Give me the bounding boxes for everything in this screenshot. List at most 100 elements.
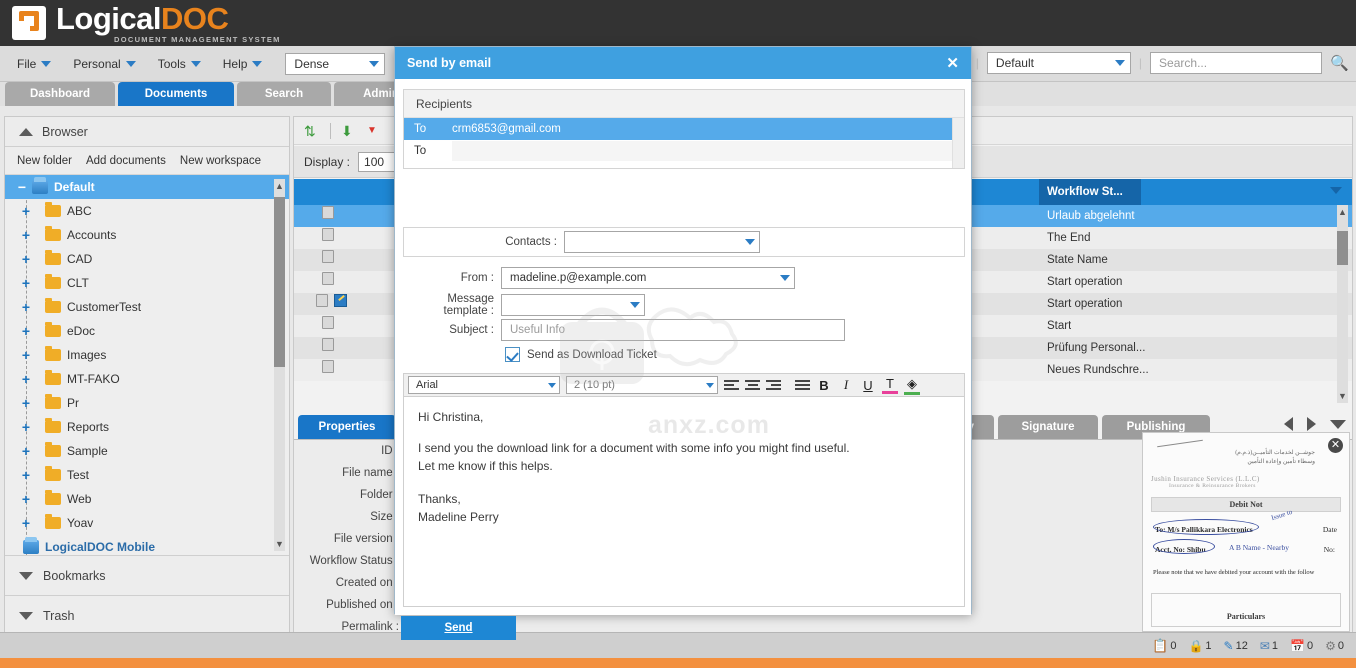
underline-icon[interactable]: U	[860, 378, 876, 393]
tree-item-reports[interactable]: + Reports	[5, 415, 289, 439]
search-input[interactable]: Search...	[1150, 52, 1323, 74]
trash-section[interactable]: Trash	[5, 595, 289, 635]
tree-expand-icon[interactable]: +	[19, 252, 33, 266]
tree-item-sample[interactable]: + Sample	[5, 439, 289, 463]
preview-ink-circle	[1153, 539, 1215, 554]
status-clipboard[interactable]: 📋 0	[1152, 638, 1176, 654]
tab-search[interactable]: Search	[237, 82, 331, 106]
download-icon[interactable]: ⬇	[341, 123, 357, 139]
column-menu-icon[interactable]	[1330, 187, 1342, 194]
close-preview-icon[interactable]: ✕	[1328, 438, 1343, 453]
align-center-icon[interactable]	[745, 379, 760, 391]
tree-item-logicaldoc-mobile[interactable]: LogicalDOC Mobile	[5, 535, 289, 555]
text-color-icon[interactable]: T	[882, 376, 898, 394]
tree-item-default[interactable]: − Default	[5, 175, 289, 199]
new-folder-button[interactable]: New folder	[17, 155, 72, 167]
tree-item-mt-fako[interactable]: + MT-FAKO	[5, 367, 289, 391]
scrollbar-thumb[interactable]	[1337, 231, 1348, 265]
tree-item-pr[interactable]: + Pr	[5, 391, 289, 415]
tab-next-icon[interactable]	[1307, 417, 1316, 431]
tree-item-clt[interactable]: + CLT	[5, 271, 289, 295]
italic-icon[interactable]: I	[838, 377, 854, 393]
scroll-up-icon[interactable]: ▲	[274, 179, 285, 193]
tree-item-cad[interactable]: + CAD	[5, 247, 289, 271]
tree-expand-icon[interactable]: +	[19, 228, 33, 242]
send-button[interactable]: Send	[401, 616, 516, 640]
tree-expand-icon[interactable]: +	[19, 348, 33, 362]
recipient-email[interactable]: crm6853@gmail.com	[452, 123, 964, 135]
status-locked[interactable]: 🔒 1	[1188, 639, 1211, 653]
menu-file[interactable]: File	[8, 54, 60, 74]
tree-item-edoc[interactable]: + eDoc	[5, 319, 289, 343]
tree-expand-icon[interactable]: +	[19, 492, 33, 506]
font-family-select[interactable]: Arial	[408, 376, 560, 394]
justify-icon[interactable]	[795, 379, 810, 391]
highlight-color-icon[interactable]: ◈	[904, 376, 920, 395]
column-header-workflow-status[interactable]: Workflow St...	[1039, 179, 1141, 205]
workspace-select[interactable]: Default	[986, 52, 1131, 74]
tree-collapse-icon[interactable]: −	[15, 180, 29, 194]
download-ticket-row[interactable]: Send as Download Ticket	[505, 347, 657, 362]
scroll-up-icon[interactable]: ▲	[1337, 205, 1348, 219]
bookmarks-section[interactable]: Bookmarks	[5, 555, 289, 595]
contacts-select[interactable]	[564, 231, 760, 253]
from-select[interactable]: madeline.p@example.com	[501, 267, 795, 289]
recipient-row[interactable]: To crm6853@gmail.com	[404, 118, 964, 140]
tab-prev-icon[interactable]	[1284, 417, 1293, 431]
scroll-down-icon[interactable]: ▼	[274, 537, 285, 551]
tree-item-yoav[interactable]: + Yoav	[5, 511, 289, 535]
export-pdf-icon[interactable]: ▼	[367, 123, 383, 139]
status-checkout[interactable]: ✎ 12	[1224, 639, 1248, 653]
close-icon[interactable]: ✕	[946, 56, 959, 71]
tree-item-customertest[interactable]: + CustomerTest	[5, 295, 289, 319]
status-messages[interactable]: ✉ 1	[1260, 639, 1278, 653]
tab-menu-icon[interactable]	[1330, 419, 1346, 429]
recipient-row[interactable]: To	[404, 140, 964, 162]
add-documents-button[interactable]: Add documents	[86, 155, 166, 167]
tree-expand-icon[interactable]: +	[19, 372, 33, 386]
subject-input[interactable]: Useful Info	[501, 319, 845, 341]
recipients-scrollbar[interactable]	[952, 118, 964, 168]
tree-expand-icon[interactable]: +	[19, 276, 33, 290]
align-left-icon[interactable]	[724, 379, 739, 391]
search-icon[interactable]: 🔍	[1330, 54, 1349, 72]
message-template-select[interactable]	[501, 294, 645, 316]
grid-scrollbar[interactable]: ▲ ▼	[1337, 205, 1348, 403]
status-settings[interactable]: ⚙ 0	[1325, 639, 1344, 653]
align-right-icon[interactable]	[766, 379, 781, 391]
menu-tools[interactable]: Tools	[149, 54, 210, 74]
new-workspace-button[interactable]: New workspace	[180, 155, 261, 167]
tree-expand-icon[interactable]: +	[19, 204, 33, 218]
scrollbar-thumb[interactable]	[274, 197, 285, 367]
tree-expand-icon[interactable]: +	[19, 324, 33, 338]
menu-help[interactable]: Help	[214, 54, 272, 74]
tree-item-images[interactable]: + Images	[5, 343, 289, 367]
tree-item-abc[interactable]: + ABC	[5, 199, 289, 223]
tab-properties[interactable]: Properties	[298, 415, 396, 439]
tree-item-web[interactable]: + Web	[5, 487, 289, 511]
tree-expand-icon[interactable]: +	[19, 300, 33, 314]
tab-documents[interactable]: Documents	[118, 82, 234, 106]
status-calendar[interactable]: 📅 0	[1290, 639, 1313, 653]
tree-expand-icon[interactable]: +	[19, 396, 33, 410]
tab-dashboard[interactable]: Dashboard	[5, 82, 115, 106]
refresh-icon[interactable]: ⇅	[304, 123, 320, 139]
tree-item-accounts[interactable]: + Accounts	[5, 223, 289, 247]
email-body-editor[interactable]: Hi Christina, I send you the download li…	[403, 397, 965, 607]
column-header-selection[interactable]	[294, 179, 394, 205]
tree-expand-icon[interactable]: +	[19, 444, 33, 458]
browser-section-header[interactable]: Browser	[5, 117, 289, 147]
scroll-down-icon[interactable]: ▼	[1337, 389, 1348, 403]
bold-icon[interactable]: B	[816, 378, 832, 393]
font-size-select[interactable]: 2 (10 pt)	[566, 376, 718, 394]
tree-scrollbar[interactable]: ▲ ▼	[274, 179, 285, 551]
tree-expand-icon[interactable]: +	[19, 516, 33, 530]
tree-expand-icon[interactable]: +	[19, 468, 33, 482]
tree-item-test[interactable]: + Test	[5, 463, 289, 487]
menu-personal[interactable]: Personal	[64, 54, 144, 74]
tab-signature[interactable]: Signature	[998, 415, 1098, 439]
recipient-email-empty[interactable]	[452, 141, 962, 161]
tree-expand-icon[interactable]: +	[19, 420, 33, 434]
checkbox-checked-icon[interactable]	[505, 347, 520, 362]
density-select[interactable]: Dense	[285, 52, 386, 75]
